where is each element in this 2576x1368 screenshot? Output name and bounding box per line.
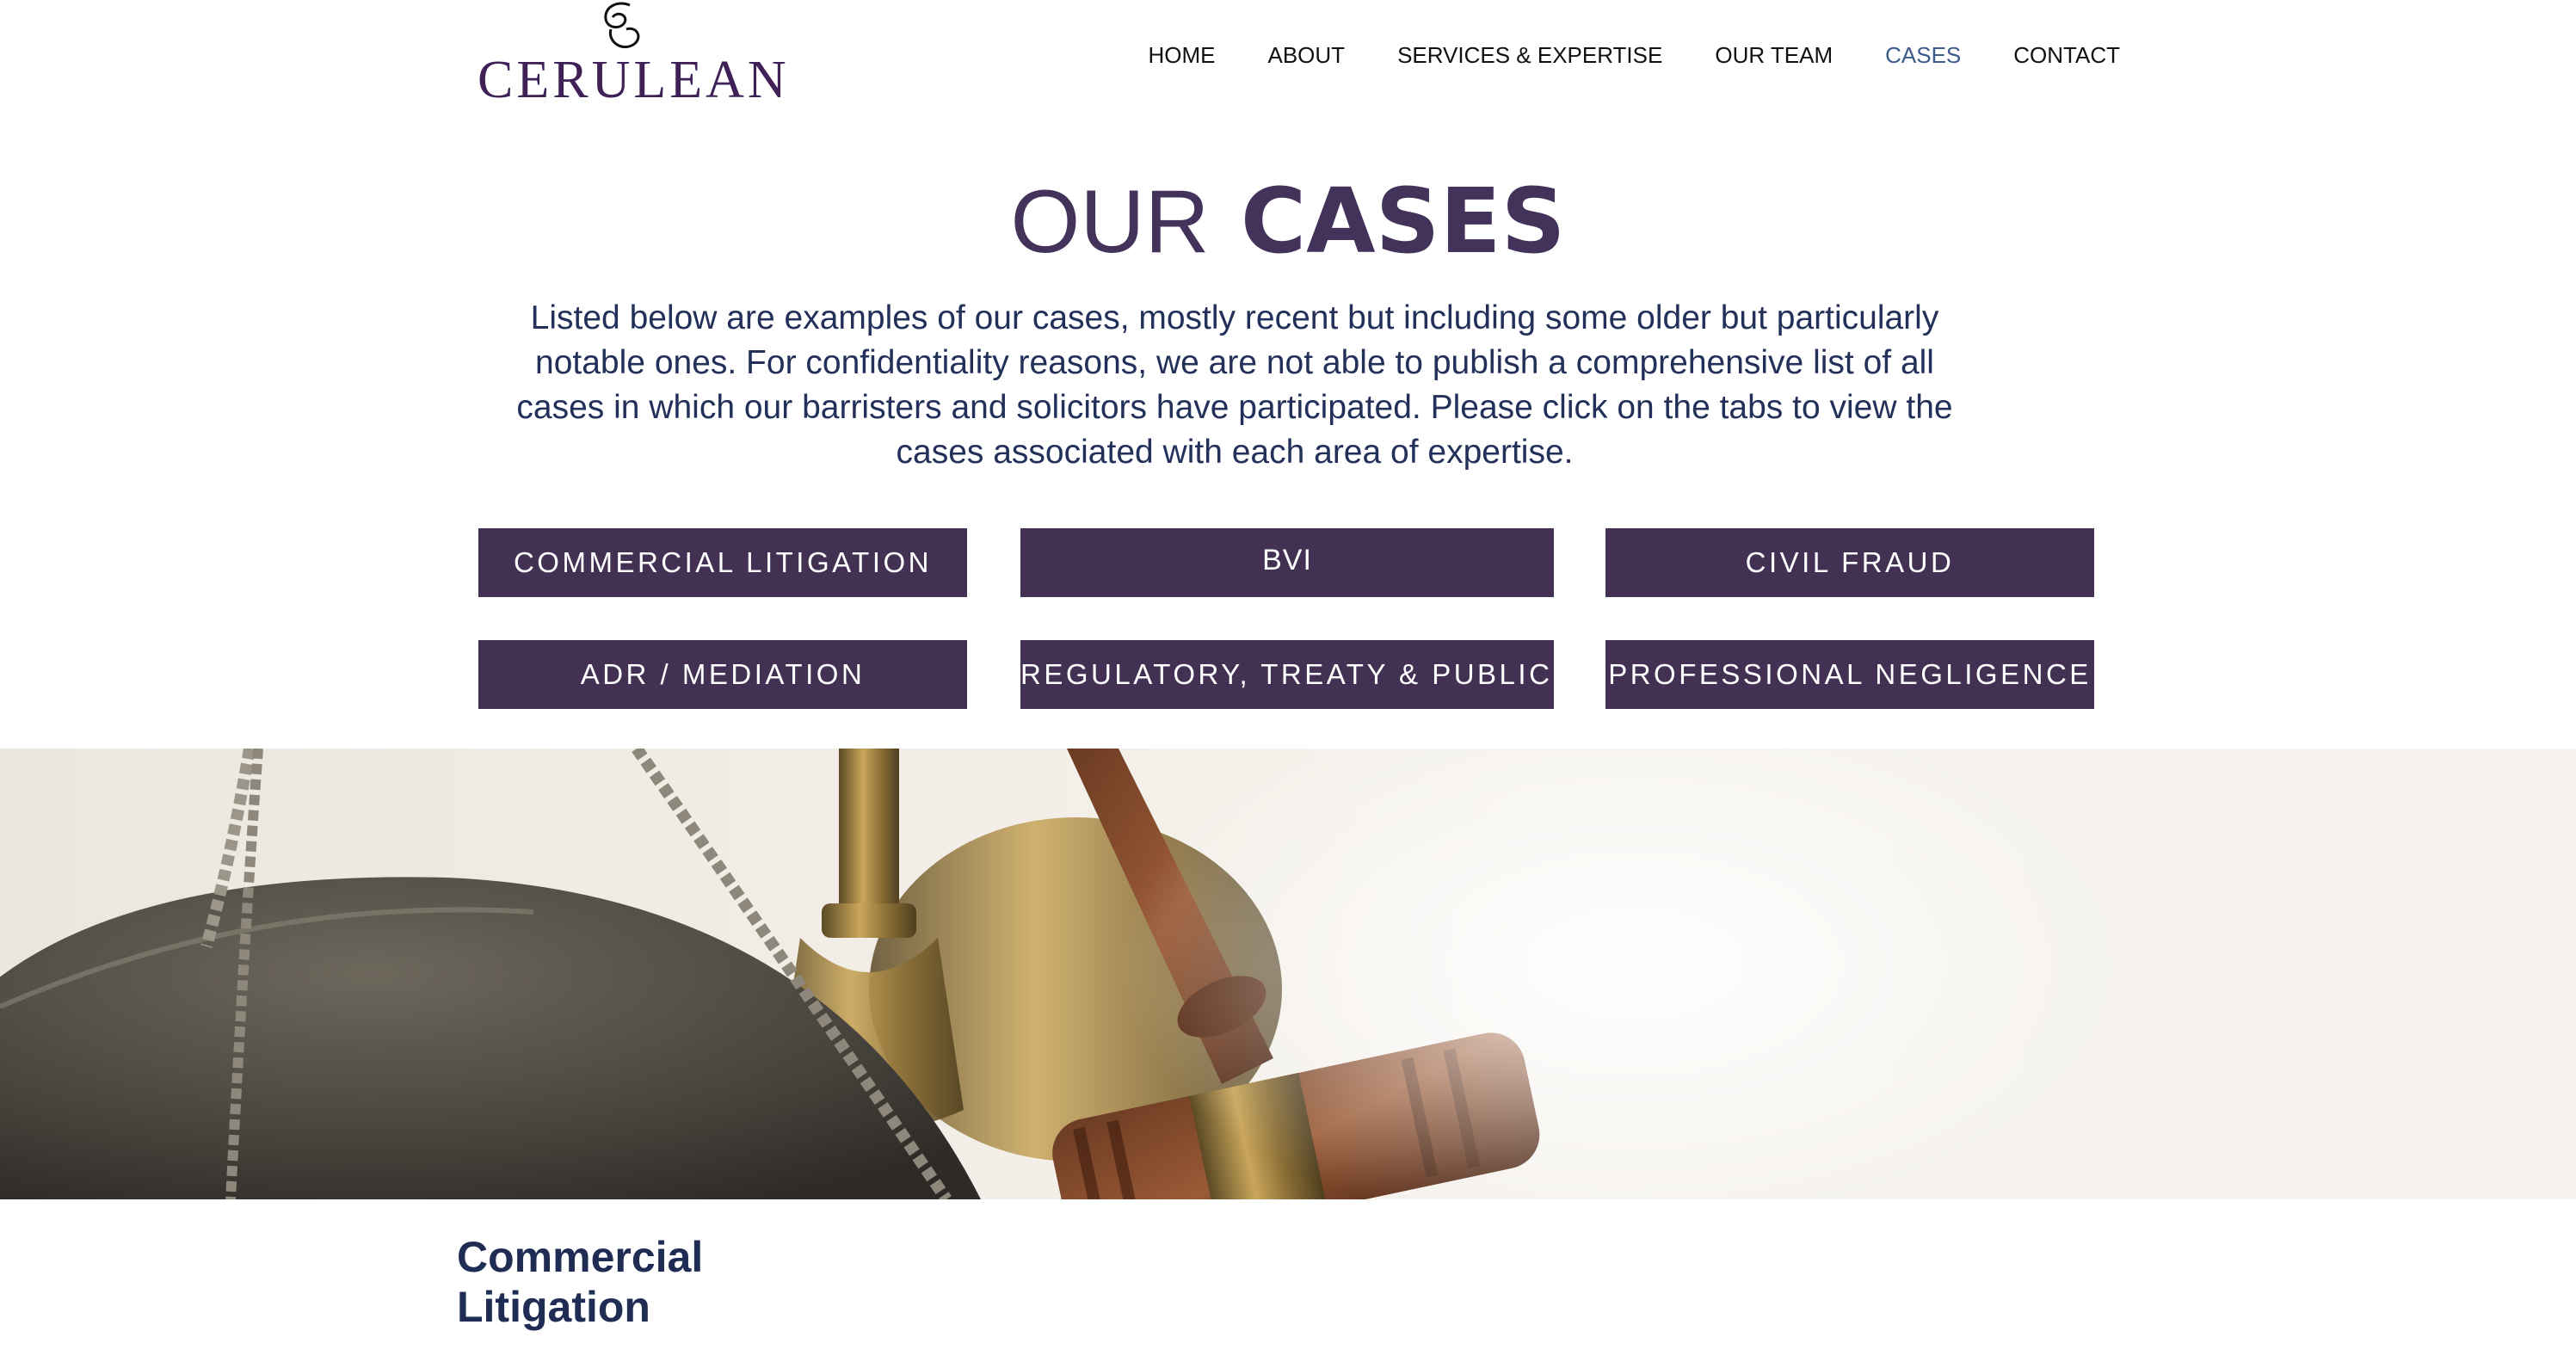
brand-name: CERULEAN: [478, 51, 790, 109]
logo[interactable]: CERULEAN: [478, 0, 786, 112]
page-title-bold: CASES: [1240, 169, 1566, 274]
nav-our-team[interactable]: OUR TEAM: [1715, 40, 1833, 71]
tab-adr-mediation[interactable]: ADR / MEDIATION: [478, 640, 967, 709]
tab-regulatory-treaty-public[interactable]: REGULATORY, TREATY & PUBLIC...: [1020, 640, 1554, 709]
nav-services[interactable]: SERVICES & EXPERTISE: [1397, 40, 1662, 71]
section-heading: Commercial Litigation: [457, 1233, 704, 1331]
tab-civil-fraud[interactable]: CIVIL FRAUD: [1605, 528, 2094, 597]
banner-image: [0, 749, 2576, 1199]
tab-bvi[interactable]: BVI: [1020, 528, 1554, 597]
tab-commercial-litigation[interactable]: COMMERCIAL LITIGATION: [478, 528, 967, 597]
main-nav: HOME ABOUT SERVICES & EXPERTISE OUR TEAM…: [1095, 40, 2120, 71]
nav-home[interactable]: HOME: [1148, 40, 1215, 71]
page-title: OUR CASES: [0, 172, 2576, 271]
nav-contact[interactable]: CONTACT: [2013, 40, 2120, 71]
nav-about[interactable]: ABOUT: [1267, 40, 1345, 71]
page-title-light: OUR: [1010, 172, 1210, 272]
intro-text: Listed below are examples of our cases, …: [516, 299, 1953, 471]
logo-mark-icon: [604, 2, 640, 49]
nav-cases[interactable]: CASES: [1885, 40, 1961, 71]
scales-gavel-illustration: [0, 749, 2151, 1199]
tab-professional-negligence[interactable]: PROFESSIONAL NEGLIGENCE: [1605, 640, 2094, 709]
